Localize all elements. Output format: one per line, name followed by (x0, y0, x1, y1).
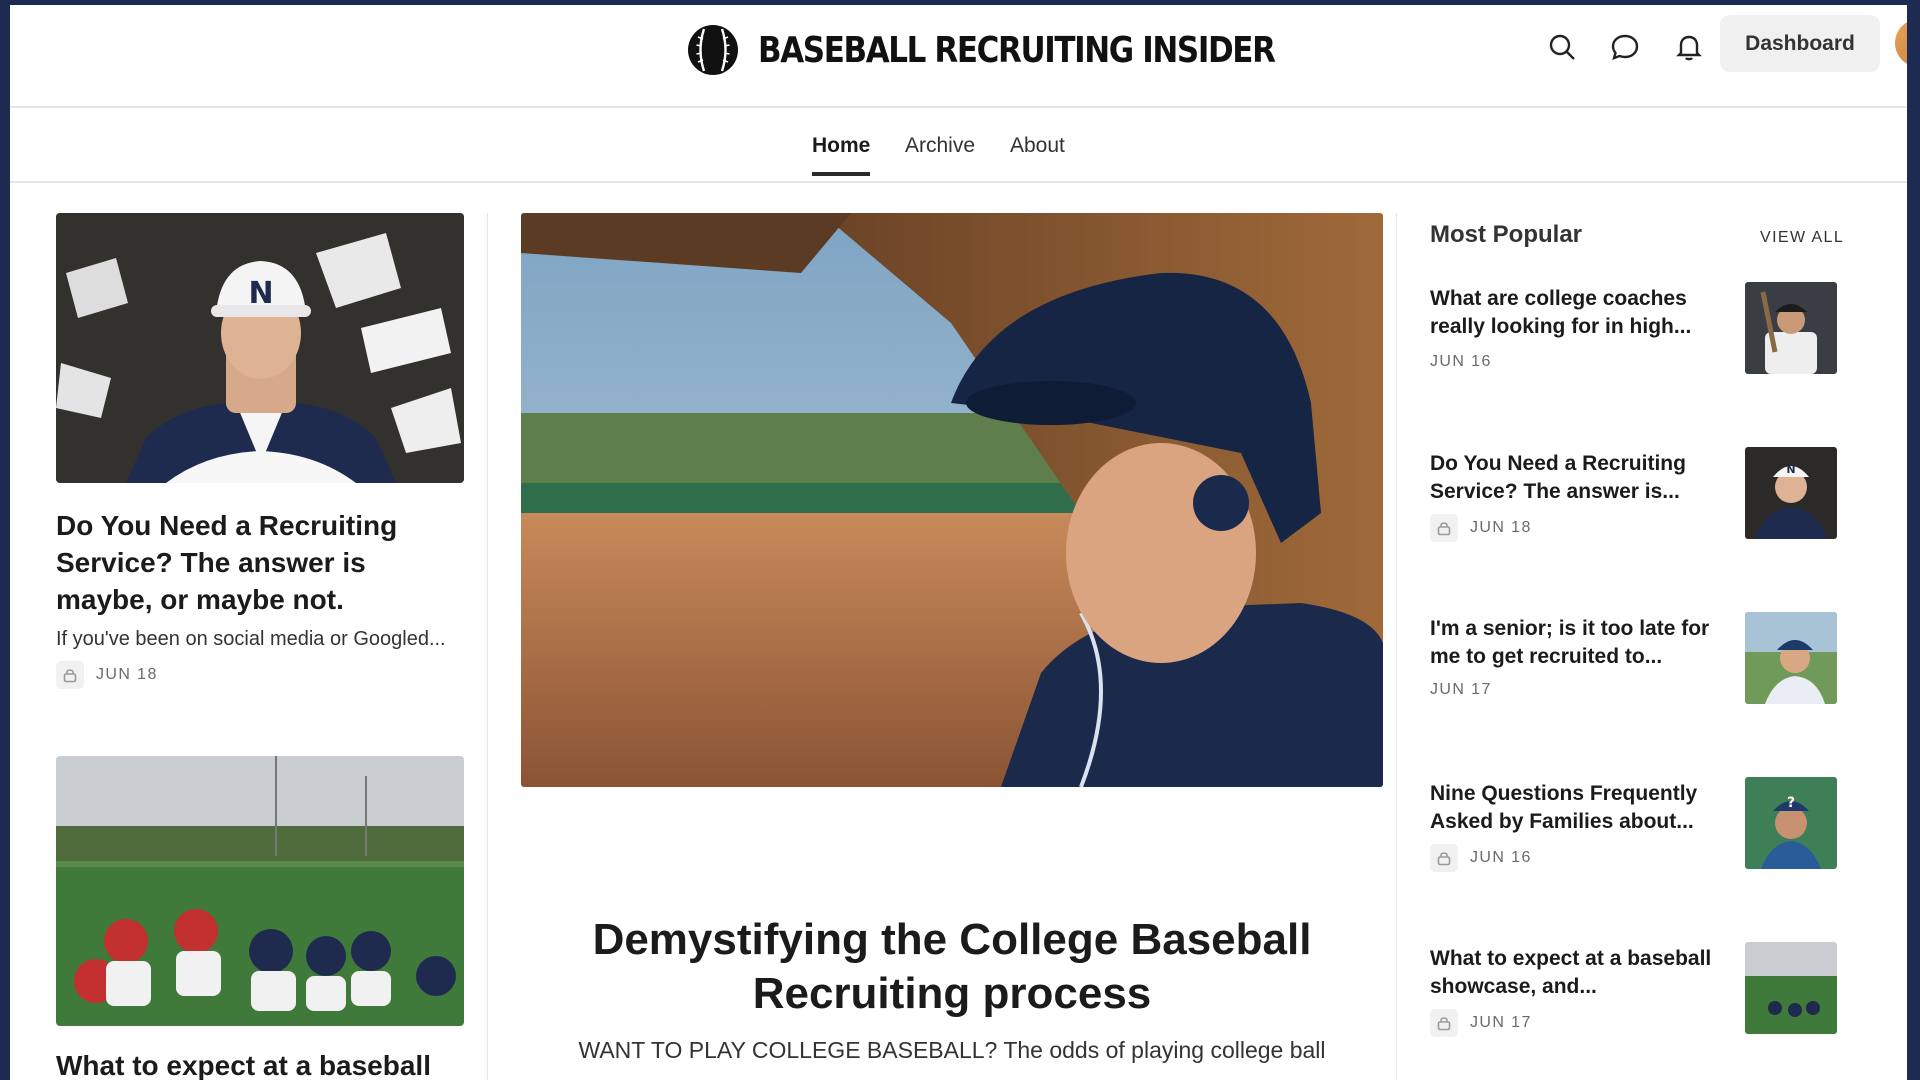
view-all-link[interactable]: VIEW ALL (1760, 229, 1844, 247)
tab-home[interactable]: Home (812, 134, 871, 176)
chat-icon[interactable] (1608, 30, 1642, 64)
popular-item-title: What to expect at a baseball showcase, a… (1430, 947, 1712, 998)
popular-item-thumbnail (1745, 282, 1837, 374)
site-header: BASEBALL RECRUITING INSIDER Dashboard (10, 5, 1907, 108)
popular-item-thumbnail: N (1745, 447, 1837, 539)
featured-title[interactable]: Demystifying the College Baseball Recrui… (521, 913, 1383, 1021)
popular-item-meta: JUN 18 (1430, 514, 1532, 542)
brand[interactable]: BASEBALL RECRUITING INSIDER (686, 17, 1359, 83)
popular-item-date: JUN 17 (1470, 1014, 1532, 1031)
svg-text:?: ? (1787, 795, 1795, 811)
most-popular-heading: Most Popular (1430, 221, 1583, 248)
popular-item-thumbnail (1745, 612, 1837, 704)
svg-text:N: N (248, 276, 273, 311)
post-image-showcase[interactable] (56, 756, 464, 1026)
featured-subtitle: WANT TO PLAY COLLEGE BASEBALL? The odds … (578, 1037, 1326, 1063)
popular-item[interactable]: Do You Need a Recruiting Service? The an… (1430, 447, 1840, 550)
popular-item-meta: JUN 17 (1430, 681, 1492, 699)
page: BASEBALL RECRUITING INSIDER Dashboard Ho… (10, 5, 1907, 1080)
lock-icon (1430, 1009, 1458, 1037)
popular-item-title: Do You Need a Recruiting Service? The an… (1430, 452, 1686, 503)
featured-image[interactable] (521, 213, 1383, 787)
popular-item-meta: JUN 17 (1430, 1009, 1532, 1037)
popular-item[interactable]: What are college coaches really looking … (1430, 282, 1840, 385)
main-nav: Home Archive About (10, 110, 1907, 183)
post-date: JUN 18 (96, 666, 158, 683)
popular-item-title: I'm a senior; is it too late for me to g… (1430, 617, 1710, 668)
lock-icon (56, 661, 84, 689)
lock-icon (1430, 514, 1458, 542)
brand-name: BASEBALL RECRUITING INSIDER (758, 29, 1276, 71)
popular-item[interactable]: What to expect at a baseball showcase, a… (1430, 942, 1840, 1045)
post-subtitle: If you've been on social media or Google… (56, 628, 446, 650)
popular-item-thumbnail: ? (1745, 777, 1837, 869)
avatar[interactable] (1895, 19, 1907, 67)
dashboard-button[interactable]: Dashboard (1720, 15, 1880, 72)
popular-item-date: JUN 17 (1430, 681, 1492, 698)
popular-item-meta: JUN 16 (1430, 844, 1532, 872)
lock-icon (1430, 844, 1458, 872)
popular-item-title: Nine Questions Frequently Asked by Famil… (1430, 782, 1698, 833)
search-icon[interactable] (1545, 30, 1579, 64)
post-image-recruiting-service[interactable]: N (56, 213, 464, 483)
post-meta: JUN 18 (56, 661, 158, 689)
baseball-logo-icon (688, 25, 738, 75)
popular-item-title: What are college coaches really looking … (1430, 287, 1692, 338)
post-title[interactable]: What to expect at a baseball showcase, a… (56, 1047, 464, 1080)
popular-item-date: JUN 16 (1430, 353, 1492, 370)
bell-icon[interactable] (1672, 30, 1706, 64)
popular-item-date: JUN 16 (1470, 849, 1532, 866)
tab-archive[interactable]: Archive (905, 134, 975, 172)
popular-item[interactable]: Nine Questions Frequently Asked by Famil… (1430, 777, 1840, 880)
popular-item-meta: JUN 16 (1430, 353, 1492, 371)
tab-about[interactable]: About (1010, 134, 1065, 172)
column-divider (1396, 213, 1397, 1080)
popular-item-date: JUN 18 (1470, 519, 1532, 536)
post-title[interactable]: Do You Need a Recruiting Service? The an… (56, 507, 464, 618)
popular-item-thumbnail (1745, 942, 1837, 1034)
svg-text:N: N (1786, 463, 1795, 476)
popular-item[interactable]: I'm a senior; is it too late for me to g… (1430, 612, 1840, 715)
column-divider (487, 213, 488, 1080)
